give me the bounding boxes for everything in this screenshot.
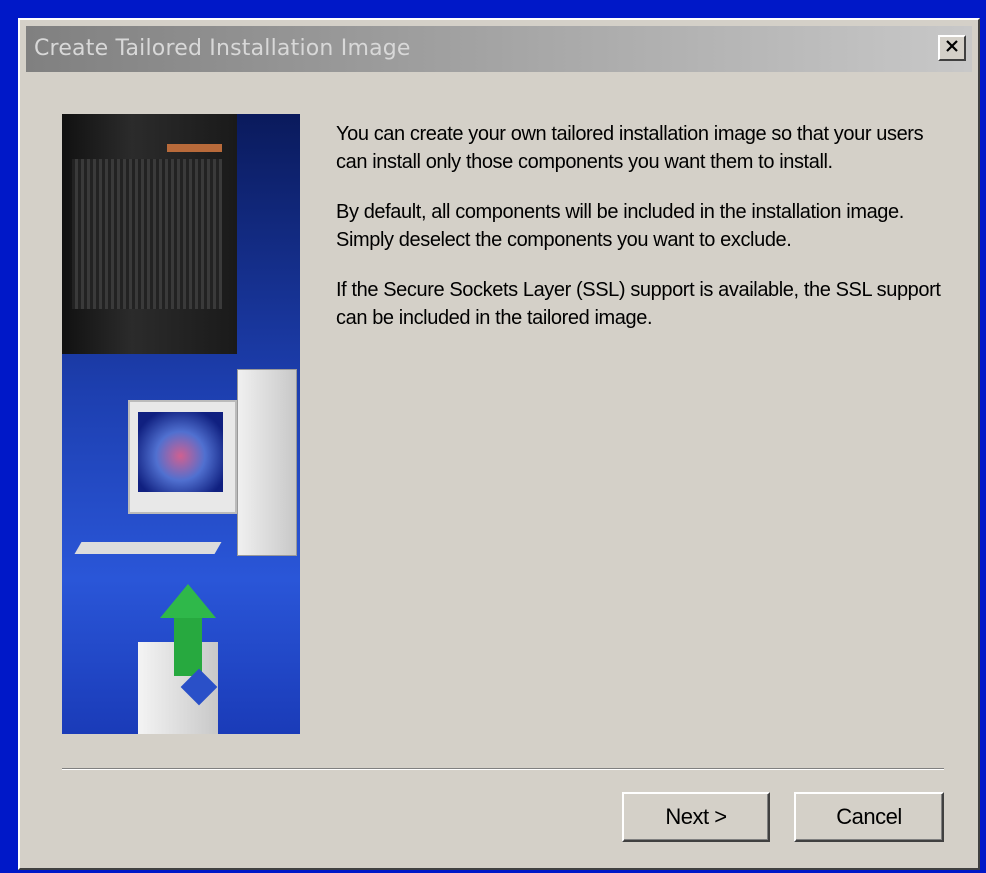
cancel-button[interactable]: Cancel (794, 792, 944, 842)
description-paragraph-2: By default, all components will be inclu… (336, 201, 904, 251)
separator-line (62, 768, 944, 770)
dialog-window: Create Tailored Installation Image You c… (18, 18, 980, 870)
installation-wizard-illustration (62, 114, 300, 734)
keyboard-graphic (74, 542, 222, 554)
window-title: Create Tailored Installation Image (34, 36, 411, 61)
monitor-screen (138, 412, 223, 492)
title-bar[interactable]: Create Tailored Installation Image (26, 26, 972, 72)
upload-arrow-icon (160, 584, 216, 618)
server-light (167, 144, 222, 152)
computer-tower-graphic (237, 369, 297, 556)
next-button[interactable]: Next > (622, 792, 770, 842)
description-paragraph-1: You can create your own tailored install… (336, 123, 924, 173)
description-text: You can create your own tailored install… (336, 120, 946, 354)
close-icon (945, 39, 959, 58)
server-graphic (62, 114, 237, 354)
description-paragraph-3: If the Secure Sockets Layer (SSL) suppor… (336, 279, 941, 329)
server-grille (72, 159, 222, 309)
close-button[interactable] (938, 35, 966, 61)
upload-arrow-shaft (174, 616, 202, 676)
monitor-graphic (128, 400, 237, 514)
